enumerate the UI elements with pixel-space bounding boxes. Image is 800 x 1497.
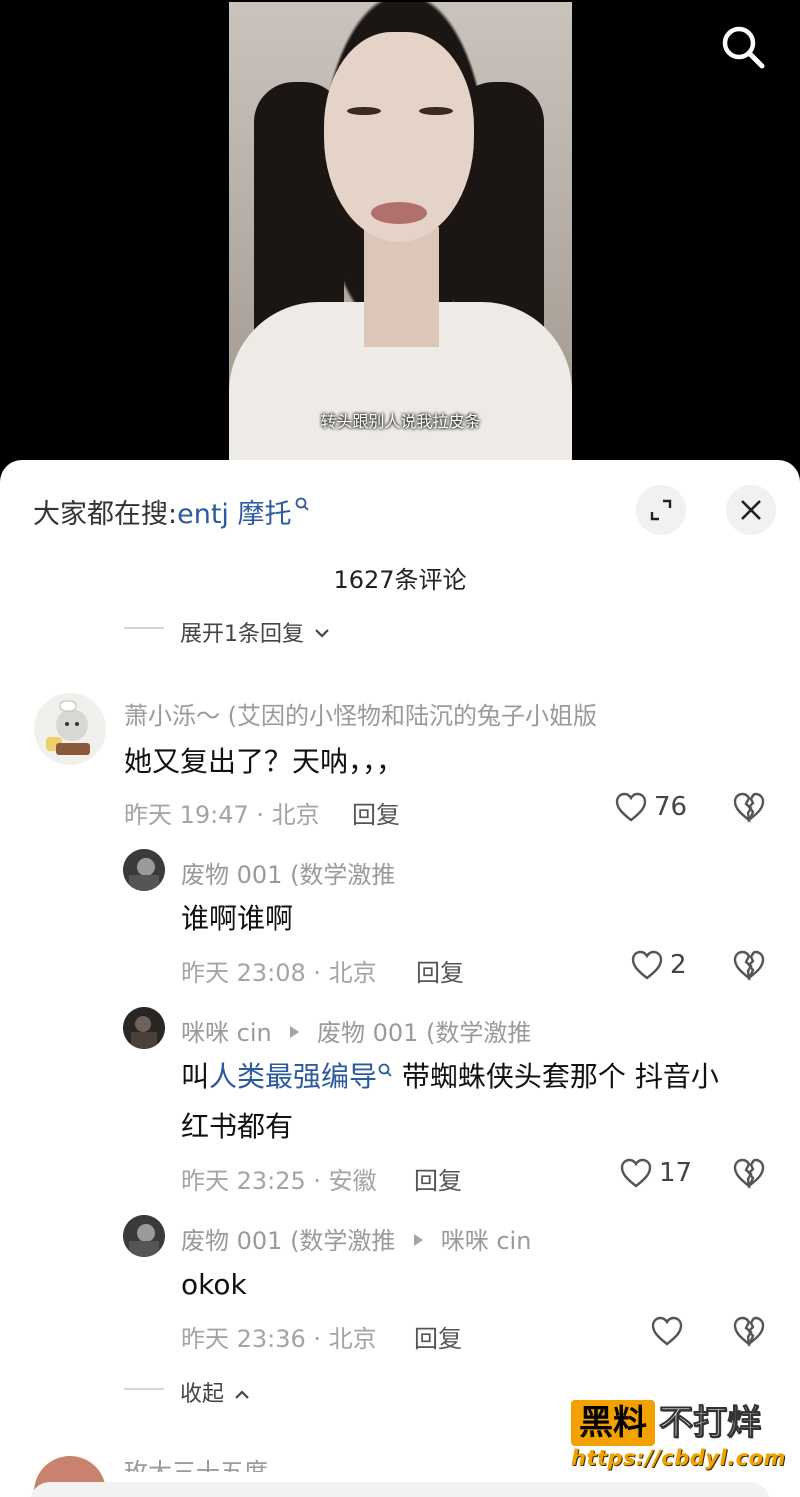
hot-search-keyword[interactable]: entj 摩托 [177, 499, 291, 530]
reply-arrow-icon [290, 1026, 300, 1038]
avatar-image [123, 1007, 165, 1049]
avatar-image [34, 693, 106, 765]
divider-line [124, 627, 164, 629]
avatar[interactable] [34, 693, 106, 765]
reply-time-location: 昨天 23:25 · 安徽 [181, 1167, 377, 1195]
search-link[interactable]: 人类最强编导 [209, 1060, 377, 1093]
reply-to-username[interactable]: 咪咪 cin [441, 1227, 532, 1255]
avatar-image [123, 1215, 165, 1257]
reply-button[interactable]: 回复 [414, 1161, 462, 1196]
reply-time-location: 昨天 23:36 · 北京 [181, 1325, 377, 1353]
dislike-button[interactable] [732, 1315, 766, 1351]
heart-icon [620, 1158, 652, 1188]
close-icon [741, 500, 761, 520]
reply-avatar[interactable] [123, 1007, 165, 1049]
collapse-label: 收起 [180, 1382, 225, 1407]
reply-avatar[interactable] [123, 849, 165, 891]
expand-button[interactable] [636, 485, 686, 535]
reply-text: 叫人类最强编导 带蜘蛛侠头套那个 抖音小红书都有 [181, 1052, 781, 1152]
reply-text-line2: 红书都有 [181, 1110, 294, 1143]
reply-arrow-icon [414, 1234, 424, 1246]
hot-search-bar[interactable]: 大家都在搜:entj 摩托 [33, 492, 310, 531]
dislike-button[interactable] [732, 791, 766, 827]
broken-heart-icon [733, 792, 765, 823]
chevron-down-icon [315, 629, 329, 638]
reply-text-prefix: 叫 [181, 1060, 210, 1093]
heart-icon [615, 792, 647, 822]
chevron-up-icon [235, 1390, 249, 1399]
mini-search-icon [294, 492, 310, 523]
like-count: 2 [670, 950, 687, 980]
video-eye-right [419, 107, 453, 115]
watermark: 黑料 不打烊 https://cbdyl.com [571, 1396, 785, 1476]
comment-input-bar[interactable] [30, 1482, 770, 1497]
watermark-url: https://cbdyl.com [571, 1446, 786, 1470]
like-button[interactable] [650, 1315, 684, 1347]
reply-button[interactable]: 回复 [414, 1319, 462, 1354]
expand-icon [650, 499, 672, 521]
heart-icon [631, 950, 663, 980]
reply-username[interactable]: 咪咪 cin [181, 1019, 272, 1047]
expand-replies-button[interactable]: 展开1条回复 [180, 616, 331, 648]
reply-text-suffix: 带蜘蛛侠头套那个 抖音小 [393, 1060, 719, 1093]
reply-username[interactable]: 废物 001 (数学激推 [181, 855, 395, 890]
divider-line [124, 1388, 164, 1390]
reply-text: okok [181, 1268, 247, 1301]
video-subtitle: 转头跟别人说我拉皮条 [320, 412, 481, 431]
hot-search-prefix: 大家都在搜: [33, 499, 178, 530]
broken-heart-icon [733, 1316, 765, 1347]
dislike-button[interactable] [732, 1157, 766, 1193]
comment-username-partial[interactable]: 玫大三十五度 [124, 1458, 268, 1472]
video-frame[interactable]: 转头跟别人说我拉皮条 [229, 2, 572, 470]
like-count: 76 [654, 792, 688, 822]
mini-search-icon [378, 1063, 392, 1077]
reply-time-location: 昨天 23:08 · 北京 [181, 959, 377, 987]
reply-button[interactable]: 回复 [352, 795, 400, 830]
broken-heart-icon [733, 950, 765, 981]
comment-text: 她又复出了？天呐，，， [124, 745, 405, 778]
comment-username[interactable]: 萧小泺～ (艾因的小怪物和陆沉的兔子小姐版 [124, 696, 597, 731]
reply-username-line: 咪咪 cin 废物 001 (数学激推 [181, 1013, 531, 1048]
avatar-image [123, 849, 165, 891]
dislike-button[interactable] [732, 949, 766, 985]
reply-username-line: 废物 001 (数学激推 咪咪 cin [181, 1221, 531, 1256]
collapse-button[interactable]: 收起 [180, 1376, 251, 1408]
comment-count: 1627条评论 [333, 566, 467, 594]
watermark-text: 不打烊 [659, 1403, 762, 1444]
comment-time-location: 昨天 19:47 · 北京 [124, 801, 320, 829]
video-mouth [371, 202, 427, 224]
video-eye-left [347, 107, 381, 115]
like-button[interactable]: 2 [630, 949, 687, 981]
reply-username[interactable]: 废物 001 (数学激推 [181, 1227, 395, 1255]
heart-icon [651, 1316, 683, 1346]
expand-replies-label: 展开1条回复 [180, 622, 304, 647]
video-neck [364, 227, 439, 347]
close-button[interactable] [726, 485, 776, 535]
like-button[interactable]: 17 [619, 1157, 692, 1189]
video-player[interactable]: 转头跟别人说我拉皮条 [0, 0, 800, 470]
broken-heart-icon [733, 1158, 765, 1189]
search-icon [722, 26, 765, 69]
reply-button[interactable]: 回复 [416, 953, 464, 988]
reply-to-username[interactable]: 废物 001 (数学激推 [317, 1019, 531, 1047]
comment-sheet: 大家都在搜:entj 摩托 1627条评论 展开1条回复 萧小泺～ (艾因的小怪… [0, 460, 800, 1497]
like-button[interactable]: 76 [614, 791, 687, 823]
reply-avatar[interactable] [123, 1215, 165, 1257]
like-count: 17 [659, 1158, 693, 1188]
watermark-badge: 黑料 [571, 1400, 655, 1446]
search-button[interactable] [718, 22, 768, 72]
reply-text: 谁啊谁啊 [181, 902, 294, 935]
